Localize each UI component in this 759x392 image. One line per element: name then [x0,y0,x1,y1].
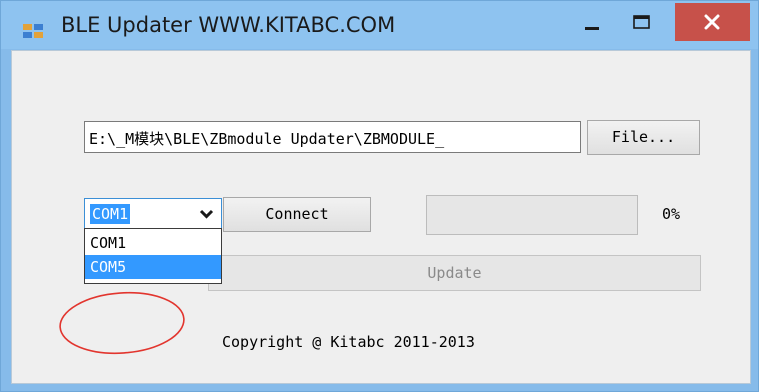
file-button[interactable]: File... [587,120,700,155]
progress-bar [426,195,638,235]
client-area: E:\_M模块\BLE\ZBmodule Updater\ZBMODULE_ F… [11,50,751,384]
app-window: BLE Updater WWW.KITABC.COM E:\_M模块\BLE\Z… [0,0,759,392]
copyright-text: Copyright @ Kitabc 2011-2013 [222,333,475,351]
com-port-option-com1[interactable]: COM1 [85,231,221,255]
file-path-input[interactable]: E:\_M模块\BLE\ZBmodule Updater\ZBMODULE_ [84,121,581,153]
update-button[interactable]: Update [208,255,701,291]
com-port-select[interactable]: COM1 [84,198,222,229]
minimize-icon[interactable] [576,11,608,37]
app-window-icon [23,24,43,38]
annotation-ellipse [59,291,185,355]
connect-button[interactable]: Connect [223,197,371,232]
close-icon[interactable] [675,3,750,41]
title-bar[interactable]: BLE Updater WWW.KITABC.COM [1,1,758,49]
chevron-down-icon[interactable] [193,200,220,227]
com-port-dropdown-list: COM1 COM5 [84,228,222,284]
window-title: BLE Updater WWW.KITABC.COM [61,13,396,37]
com-port-option-com5[interactable]: COM5 [85,255,221,279]
maximize-icon[interactable] [626,11,658,37]
com-port-selected-value: COM1 [90,204,131,224]
progress-percent: 0% [662,205,681,223]
